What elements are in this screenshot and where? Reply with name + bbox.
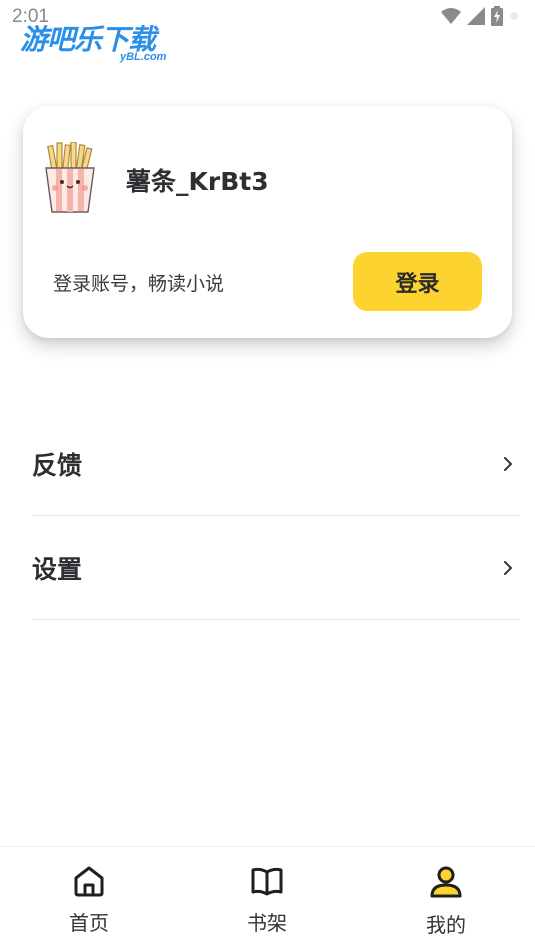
menu-item-settings[interactable]: 设置 xyxy=(32,516,519,620)
fries-avatar-icon xyxy=(45,141,95,213)
nav-label: 我的 xyxy=(426,913,466,937)
avatar[interactable] xyxy=(42,141,98,214)
menu-item-label: 设置 xyxy=(32,554,83,584)
nav-item-bookshelf[interactable]: 书架 xyxy=(207,865,327,936)
menu-item-label: 反馈 xyxy=(32,450,83,480)
wifi-icon xyxy=(441,8,461,24)
notification-dot-icon xyxy=(510,12,518,20)
nav-item-mine[interactable]: 我的 xyxy=(386,865,506,938)
watermark-logo: 游吧乐下载 yBL.com xyxy=(18,18,188,68)
chevron-right-icon xyxy=(504,456,512,471)
profile-card: 薯条_KrBt3 登录账号，畅读小说 登录 xyxy=(23,106,512,338)
nav-label: 书架 xyxy=(247,911,287,935)
home-icon xyxy=(74,866,104,897)
book-icon xyxy=(251,867,283,896)
signal-icon xyxy=(467,7,485,25)
login-hint: 登录账号，畅读小说 xyxy=(53,273,225,295)
battery-icon xyxy=(491,6,503,26)
bottom-nav: 首页 书架 我的 xyxy=(0,846,535,951)
nav-label: 首页 xyxy=(69,911,109,935)
login-button[interactable]: 登录 xyxy=(353,252,482,311)
status-icons xyxy=(441,6,519,26)
nav-item-home[interactable]: 首页 xyxy=(29,865,149,936)
chevron-right-icon xyxy=(504,560,512,575)
user-icon xyxy=(430,866,462,898)
menu-item-feedback[interactable]: 反馈 xyxy=(32,412,519,516)
watermark-domain: yBL.com xyxy=(120,51,167,63)
username: 薯条_KrBt3 xyxy=(126,167,269,196)
